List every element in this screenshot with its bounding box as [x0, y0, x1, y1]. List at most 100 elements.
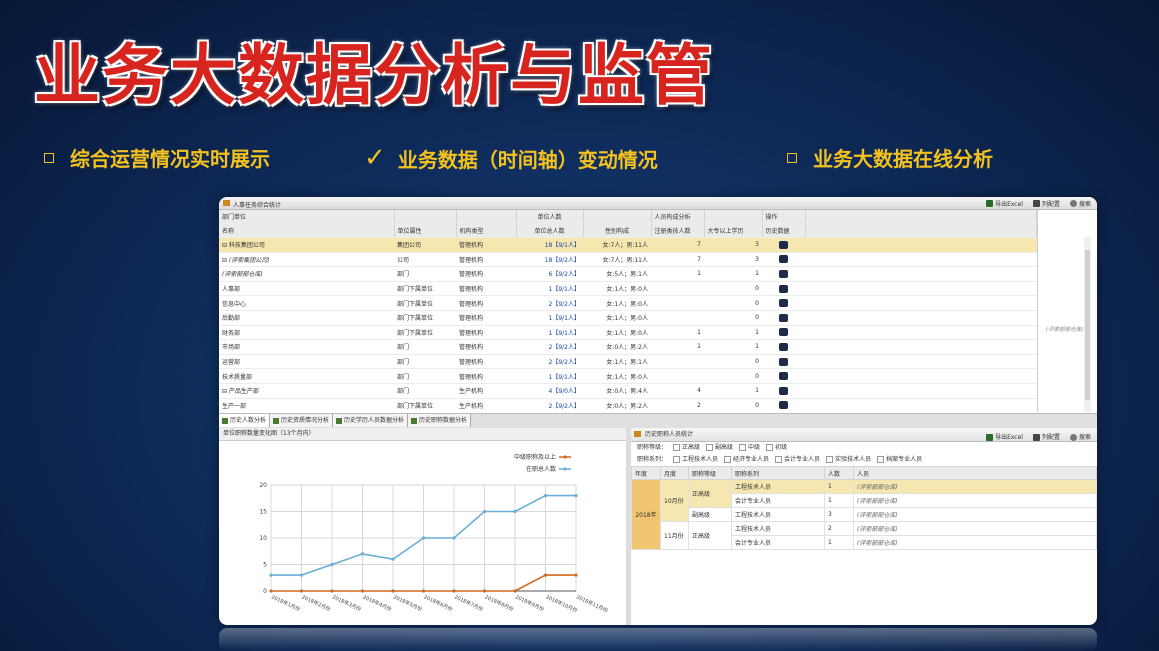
- column-header[interactable]: 职称等级: [688, 466, 732, 480]
- table-row[interactable]: ⊟ 产品生产部 部门 生产机构 4【9/0人】 女:0人；男:4人 4 1: [219, 383, 1037, 399]
- column-header[interactable]: 职称系列: [731, 466, 825, 480]
- registered-cell: 1: [651, 325, 704, 341]
- tab-history-title[interactable]: 历史职称数据分析: [408, 414, 472, 427]
- column-header[interactable]: 注册类技人数: [651, 223, 705, 238]
- column-header[interactable]: 单位属性: [394, 223, 457, 238]
- export-excel-button[interactable]: 导出Excel: [986, 199, 1023, 208]
- history-data-icon[interactable]: [779, 342, 788, 351]
- history-data-icon[interactable]: [779, 401, 788, 410]
- headcount-cell: 1【9/1人】: [516, 310, 583, 326]
- series-point: [513, 589, 517, 593]
- tab-history-qualification[interactable]: 历史资质情况分析: [270, 414, 334, 427]
- checkbox-label: 副高级: [715, 444, 734, 451]
- headcount-cell: 18【9/2人】: [516, 252, 583, 268]
- filler-cell: [805, 252, 1037, 268]
- checkbox-label: 档案专业人员: [886, 456, 923, 463]
- x-tick-label: 2018年1月份: [270, 593, 301, 612]
- tab-icon: [336, 417, 343, 424]
- column-config-button[interactable]: 列配置: [1032, 199, 1060, 208]
- headcount-cell: 2【9/2人】: [516, 354, 583, 370]
- search-button[interactable]: 搜索: [1069, 431, 1091, 444]
- y-tick-label: 20: [259, 482, 267, 489]
- table-row[interactable]: 信息中心 部门下属单位 管理机构 2【9/2人】 女:1人；男:0人 0: [219, 295, 1037, 311]
- gender-cell: 女:0人；男:2人: [583, 398, 651, 412]
- column-header[interactable]: 年度: [631, 466, 661, 480]
- column-header[interactable]: 人员: [853, 466, 1097, 480]
- table-row[interactable]: 人事部 部门下属单位 管理机构 1【9/1人】 女:1人；男:0人 0: [219, 281, 1037, 297]
- window-title: 人事任务综合统计: [233, 202, 282, 209]
- series-point: [574, 494, 578, 498]
- headcount-cell: 4【9/0人】: [516, 383, 583, 399]
- count-cell: 1: [824, 479, 854, 494]
- filter-checkbox[interactable]: 档案专业人员: [877, 454, 922, 466]
- table-row[interactable]: 后勤部 部门下属单位 管理机构 1【9/1人】 女:1人；男:0人 0: [219, 310, 1037, 326]
- column-header[interactable]: 名称: [219, 223, 395, 238]
- column-header[interactable]: 历史数据: [762, 223, 806, 238]
- filter-checkbox[interactable]: 中级: [739, 442, 760, 454]
- export-excel-button[interactable]: 导出Excel: [986, 431, 1023, 444]
- table-row[interactable]: 11月份 正高级 工程技术人员 2 (评索部部仓库): [632, 521, 1097, 550]
- headcount-cell: 1【9/1人】: [516, 368, 583, 384]
- history-data-icon[interactable]: [779, 299, 788, 308]
- filter-checkbox[interactable]: 副高级: [706, 442, 733, 454]
- people-cell: (评索部部仓库): [853, 479, 1097, 494]
- history-cell: [762, 281, 805, 297]
- table-row[interactable]: 技术质量部 部门 管理机构 1【9/1人】 女:1人；男:0人 0: [219, 368, 1037, 384]
- column-header[interactable]: 机构类型: [456, 223, 517, 238]
- column-header[interactable]: 单位总人数: [516, 223, 584, 238]
- column-header[interactable]: 月度: [660, 466, 689, 480]
- filter-checkbox[interactable]: 初级: [766, 442, 787, 454]
- filter-checkbox[interactable]: 工程技术人员: [673, 454, 718, 466]
- registered-cell: 4: [651, 383, 704, 399]
- org-type-cell: 管理机构: [456, 325, 516, 341]
- checkbox-icon: [724, 456, 732, 463]
- registered-cell: [651, 354, 704, 370]
- column-header[interactable]: 人数: [824, 466, 854, 480]
- column-config-button[interactable]: 列配置: [1032, 431, 1060, 444]
- series-point: [421, 536, 426, 540]
- tab-icon: [411, 417, 418, 424]
- filter-checkbox[interactable]: 正高级: [673, 442, 700, 454]
- history-data-icon[interactable]: [779, 255, 788, 264]
- registered-cell: [651, 281, 704, 297]
- column-header[interactable]: 大专以上学历: [704, 223, 763, 238]
- table-row[interactable]: 副高级 工程技术人员 3 (评索部部仓库): [632, 507, 1097, 522]
- column-header[interactable]: 性别构成: [583, 223, 652, 238]
- org-name-cell: ⊟ (评索集团公司): [219, 252, 394, 268]
- tab-history-headcount[interactable]: 历史人数分析: [219, 414, 271, 427]
- year-cell: 2018年: [631, 479, 661, 550]
- tab-history-education[interactable]: 历史学历人员数据分析: [333, 414, 409, 427]
- filter-checkbox[interactable]: 会计专业人员: [775, 454, 820, 466]
- checkbox-label: 实验技术人员: [835, 456, 872, 463]
- history-data-icon[interactable]: [779, 328, 788, 337]
- registered-cell: [651, 368, 704, 384]
- history-data-icon[interactable]: [779, 386, 788, 395]
- count-cell: 1: [824, 535, 854, 550]
- x-tick-label: 2018年11月份: [575, 593, 609, 614]
- table-row[interactable]: 市场部 部门 管理机构 2【9/2人】 女:0人；男:2人 1 1: [219, 339, 1037, 355]
- registered-cell: [651, 310, 704, 326]
- org-attr-cell: 部门: [394, 266, 456, 282]
- table-row[interactable]: ⊟ (评索集团公司) 公司 管理机构 18【9/2人】 女:7人；男:11人 7 3: [219, 252, 1037, 268]
- history-data-icon[interactable]: [779, 313, 788, 322]
- filter-checkbox[interactable]: 实验技术人员: [826, 454, 871, 466]
- table-row[interactable]: (评索部部仓库) 部门 管理机构 6【9/2人】 女:5人；男:1人 1 1: [219, 266, 1037, 282]
- filter-checkbox[interactable]: 经济专业人员: [724, 454, 769, 466]
- x-tick-label: 2018年9月份: [514, 593, 545, 612]
- history-data-icon[interactable]: [779, 269, 788, 278]
- people-cell: (评索部部仓库): [853, 507, 1097, 522]
- history-data-icon[interactable]: [779, 357, 788, 366]
- table-row[interactable]: 财务部 部门下属单位 管理机构 1【9/1人】 女:1人；男:0人 1 1: [219, 325, 1037, 341]
- history-data-icon[interactable]: [779, 284, 788, 293]
- search-button[interactable]: 搜索: [1069, 199, 1091, 208]
- table-row[interactable]: 运营部 部门 管理机构 2【9/2人】 女:1人；男:1人 0: [219, 354, 1037, 370]
- history-data-icon[interactable]: [779, 372, 788, 381]
- x-tick-label: 2018年4月份: [362, 593, 393, 612]
- table-row[interactable]: ⊟ 科技集团公司 集团公司 管理机构 18【9/1人】 女:7人；男:11人 7 3: [219, 237, 1037, 253]
- history-data-icon[interactable]: [779, 240, 788, 249]
- headcount-cell: 1【9/1人】: [516, 281, 583, 297]
- scrollbar-thumb[interactable]: [1085, 250, 1090, 400]
- table-row[interactable]: 2018年 10月份 正高级 工程技术人员 1 (评索部部仓库): [631, 479, 1097, 550]
- table-row[interactable]: 生产一部 部门下属单位 生产机构 2【9/2人】 女:0人；男:2人 2 0: [219, 398, 1037, 412]
- level-cell: 副高级: [688, 507, 732, 522]
